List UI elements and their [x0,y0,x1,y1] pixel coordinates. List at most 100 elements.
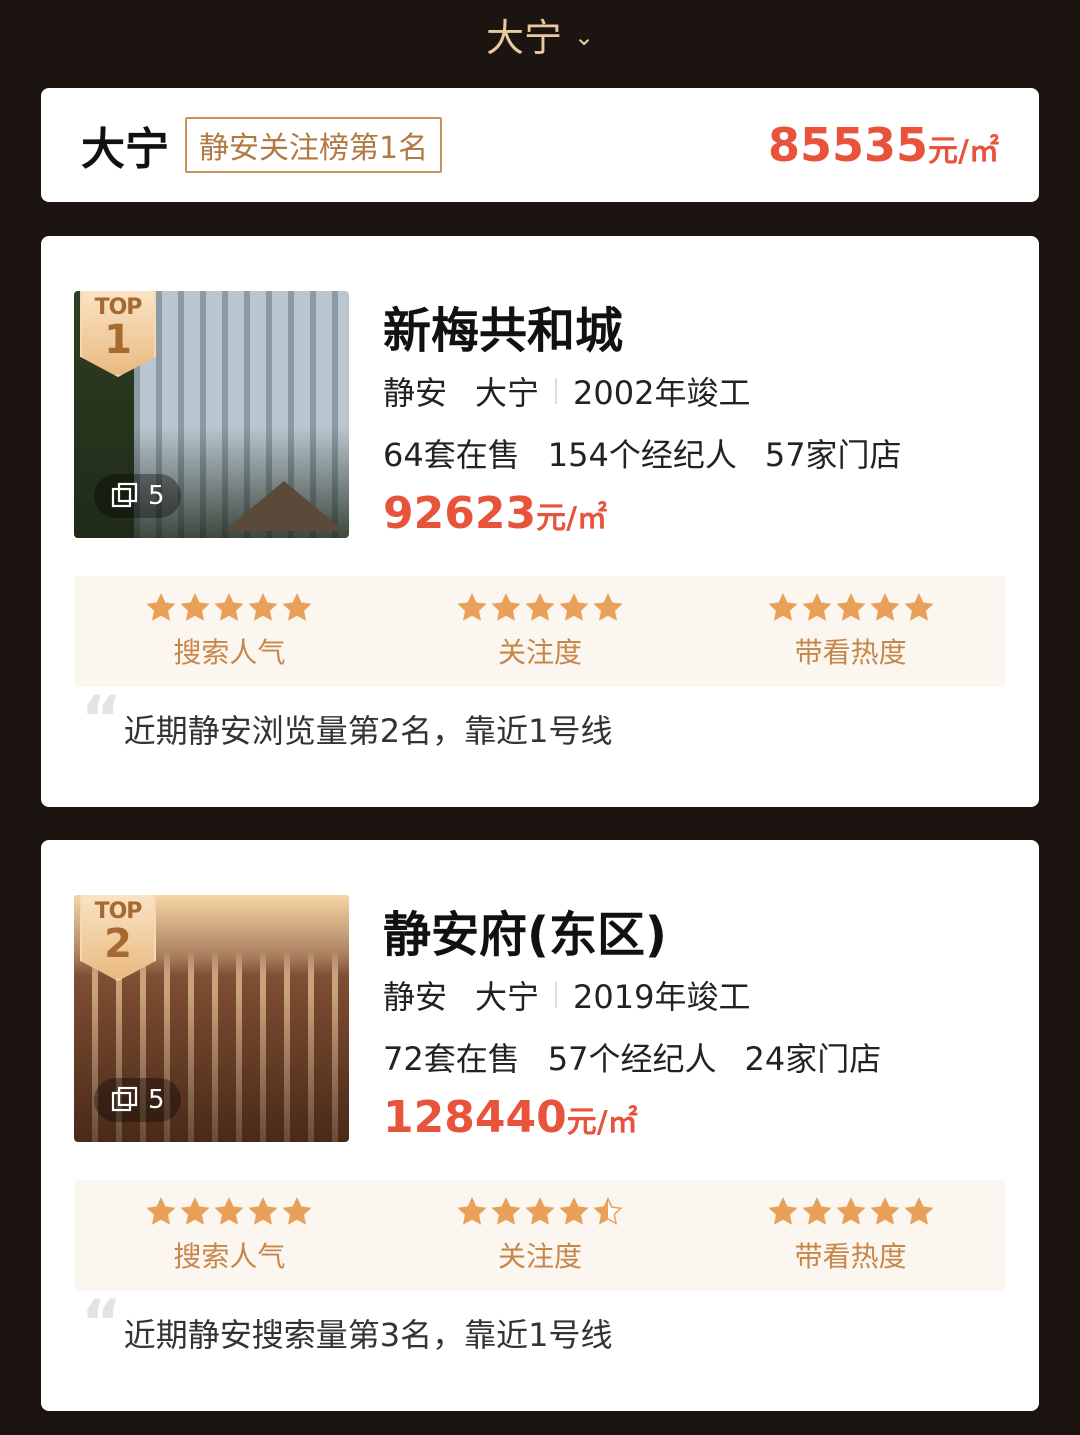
rating-attention: 关注度 [385,576,696,687]
gallery-icon [111,1086,138,1112]
badge-rank-number: 1 [104,317,132,363]
listing-card-1[interactable]: TOP 1 5 新梅共和城 静安 大宁 2002年竣工 64套在售 154个经纪人… [41,236,1039,807]
star-icon [525,592,555,621]
rank-tag: 静安关注榜第1名 [185,117,443,173]
star-icon [559,1196,589,1225]
star-icon [491,1196,521,1225]
listing-price: 92623元/㎡ [383,488,607,539]
summary-price-unit: 元/㎡ [928,134,999,169]
star-rating [457,592,623,623]
listing-price-value: 92623 [383,488,537,539]
listing-price-unit: 元/㎡ [536,501,608,536]
rating-search-popularity: 搜索人气 [74,1180,385,1291]
store-count: 57家门店 [764,436,902,474]
star-icon [836,1196,866,1225]
star-rating [768,1196,934,1227]
area-primary: 静安 [383,978,448,1016]
star-icon [870,592,900,621]
listing-name[interactable]: 静安府(东区) [383,895,667,965]
completion-year: 2002年竣工 [573,374,751,412]
star-icon [593,592,623,621]
district-selector[interactable]: 大宁 ⌄ [0,0,1080,68]
divider [555,378,558,404]
divider [555,982,558,1008]
listing-highlight: “ 近期静安浏览量第2名，靠近1号线 [81,688,613,752]
summary-price: 85535元/㎡ [768,118,999,172]
area-secondary: 大宁 [475,374,540,412]
star-rating [146,1196,312,1227]
star-icon [282,592,312,621]
star-icon [146,592,176,621]
star-icon [836,592,866,621]
area-primary: 静安 [383,374,448,412]
listing-price-unit: 元/㎡ [566,1105,638,1140]
ratings-panel: 搜索人气 关注度 带看热度 [74,576,1006,687]
listing-name[interactable]: 新梅共和城 [383,291,623,361]
rank-badge: TOP 2 [80,895,156,981]
photo-count-value: 5 [148,1085,165,1115]
star-rating [768,592,934,623]
store-count: 24家门店 [744,1040,882,1078]
rating-search-popularity: 搜索人气 [74,576,385,687]
rating-viewing-heat: 带看热度 [695,1180,1006,1291]
badge-rank-number: 2 [104,921,132,967]
listing-price-value: 128440 [383,1092,567,1143]
rating-label: 带看热度 [794,635,907,669]
quote-icon: “ [81,682,122,755]
star-icon [904,592,934,621]
star-icon [768,1196,798,1225]
listing-stats: 64套在售 154个经纪人 57家门店 [383,430,902,476]
summary-price-value: 85535 [767,118,929,172]
star-icon [180,1196,210,1225]
star-icon [146,1196,176,1225]
star-icon [593,1196,623,1225]
star-rating [146,592,312,623]
rank-badge: TOP 1 [80,291,156,377]
star-icon [768,592,798,621]
star-rating [457,1196,623,1227]
listing-meta: 静安 大宁 2002年竣工 [383,368,750,414]
listing-stats: 72套在售 57个经纪人 24家门店 [383,1034,881,1080]
rating-viewing-heat: 带看热度 [695,576,1006,687]
listing-highlight: “ 近期静安搜索量第3名，靠近1号线 [81,1292,613,1356]
star-icon [248,592,278,621]
star-icon [214,592,244,621]
listing-card-2[interactable]: TOP 2 5 静安府(东区) 静安 大宁 2019年竣工 72套在售 57个经纪… [41,840,1039,1411]
agent-count: 57个经纪人 [547,1040,717,1078]
highlight-text: 近期静安浏览量第2名，靠近1号线 [123,712,613,750]
star-icon [802,592,832,621]
star-icon [491,592,521,621]
highlight-text: 近期静安搜索量第3名，靠近1号线 [123,1316,613,1354]
star-icon [457,1196,487,1225]
rating-label: 关注度 [498,635,583,669]
completion-year: 2019年竣工 [573,978,751,1016]
district-summary-card: 大宁 静安关注榜第1名 85535元/㎡ [41,88,1039,202]
listing-meta: 静安 大宁 2019年竣工 [383,972,750,1018]
rating-label: 搜索人气 [173,1239,286,1273]
rating-label: 搜索人气 [173,635,286,669]
star-icon [214,1196,244,1225]
star-icon [904,1196,934,1225]
agent-count: 154个经纪人 [547,436,737,474]
summary-district: 大宁 [81,124,169,175]
on-sale-count: 72套在售 [383,1040,520,1078]
star-icon [559,592,589,621]
photo-count-value: 5 [148,481,165,511]
district-title: 大宁 [485,15,562,60]
rating-attention: 关注度 [385,1180,696,1291]
listing-photo[interactable]: TOP 1 5 [74,291,349,538]
ratings-panel: 搜索人气 关注度 带看热度 [74,1180,1006,1291]
star-icon [457,592,487,621]
star-icon [525,1196,555,1225]
photo-count: 5 [94,1078,181,1122]
star-icon [802,1196,832,1225]
listing-photo[interactable]: TOP 2 5 [74,895,349,1142]
listing-price: 128440元/㎡ [383,1092,638,1143]
gallery-icon [111,482,138,508]
photo-count: 5 [94,474,181,518]
star-icon [282,1196,312,1225]
on-sale-count: 64套在售 [383,436,520,474]
star-icon [180,592,210,621]
chevron-down-icon: ⌄ [573,23,595,51]
quote-icon: “ [81,1286,122,1359]
